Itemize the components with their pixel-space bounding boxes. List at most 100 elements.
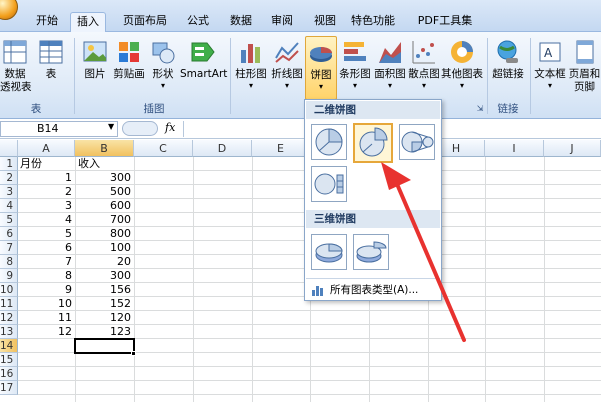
column-header[interactable]: J [544, 140, 601, 157]
row-header[interactable]: 13 [0, 325, 18, 339]
worksheet-grid: A B C D E F G H I J 1 2 3 4 5 6 7 8 9 10… [0, 140, 601, 402]
formula-bar-resize-handle[interactable] [122, 121, 158, 136]
area-chart-label: 面积图 [374, 68, 406, 80]
cell-month[interactable]: 1 [18, 171, 75, 185]
area-chart-button[interactable]: 面积图 ▾ [373, 36, 407, 98]
row-header[interactable]: 6 [0, 227, 18, 241]
links-group-label: 链接 [497, 103, 519, 115]
cell-month[interactable]: 11 [18, 311, 75, 325]
row-header[interactable]: 4 [0, 199, 18, 213]
cell-b1[interactable]: 收入 [78, 157, 134, 171]
column-header[interactable]: B [75, 140, 134, 157]
cell-income[interactable]: 700 [75, 213, 134, 227]
tab-data[interactable]: 数据 [224, 12, 258, 32]
cell-a1[interactable]: 月份 [20, 157, 75, 171]
tab-features[interactable]: 特色功能 [342, 12, 404, 32]
pie-of-pie-button[interactable] [399, 124, 435, 160]
row-header[interactable]: 9 [0, 269, 18, 283]
name-box-dropdown-icon[interactable]: ▼ [108, 122, 114, 131]
table-label: 表 [45, 68, 57, 80]
pivot-table-button[interactable]: 数据 透视表 [0, 36, 32, 98]
select-all-corner[interactable] [0, 140, 18, 157]
illustrations-group-label: 插图 [143, 103, 165, 115]
bar-chart-button[interactable]: 条形图 ▾ [338, 36, 372, 98]
cell-month[interactable]: 4 [18, 213, 75, 227]
line-chart-button[interactable]: 折线图 ▾ [270, 36, 304, 98]
cell-income[interactable]: 120 [75, 311, 134, 325]
row-header[interactable]: 7 [0, 241, 18, 255]
charts-dialog-launcher-icon[interactable]: ⇲ [474, 101, 486, 117]
cell-month[interactable]: 6 [18, 241, 75, 255]
tab-view[interactable]: 视图 [308, 12, 342, 32]
cell-month[interactable]: 8 [18, 269, 75, 283]
cell-income[interactable]: 300 [75, 171, 134, 185]
tab-home[interactable]: 开始 [28, 12, 66, 32]
tab-insert[interactable]: 插入 [70, 12, 106, 33]
row-header[interactable]: 12 [0, 311, 18, 325]
pie-2d-button[interactable] [311, 124, 347, 160]
smartart-button[interactable]: SmartArt [180, 36, 227, 98]
shapes-button[interactable]: 形状 ▾ [148, 36, 178, 98]
active-cell-b14[interactable] [74, 338, 135, 354]
header-footer-button[interactable]: 页眉和 页脚 [568, 36, 601, 98]
cell-income[interactable]: 156 [75, 283, 134, 297]
row-header[interactable]: 2 [0, 171, 18, 185]
scatter-chart-button[interactable]: 散点图 ▾ [407, 36, 441, 98]
tab-review[interactable]: 审阅 [264, 12, 300, 32]
name-box[interactable]: B14 [0, 121, 118, 137]
office-button[interactable] [0, 0, 18, 20]
cell-income[interactable]: 800 [75, 227, 134, 241]
row-header[interactable]: 5 [0, 213, 18, 227]
cell-income[interactable]: 300 [75, 269, 134, 283]
column-chart-button[interactable]: 柱形图 ▾ [234, 36, 268, 98]
cell-month[interactable]: 7 [18, 255, 75, 269]
cell-income[interactable]: 152 [75, 297, 134, 311]
fill-handle[interactable] [131, 351, 136, 356]
cell-month[interactable]: 9 [18, 283, 75, 297]
textbox-button[interactable]: A 文本框 ▾ [534, 36, 566, 98]
row-header[interactable]: 8 [0, 255, 18, 269]
cell-income[interactable]: 123 [75, 325, 134, 339]
pie-3d-button[interactable] [311, 234, 347, 270]
column-header[interactable]: D [193, 140, 252, 157]
exploded-pie-2d-button[interactable] [353, 123, 393, 163]
cell-income[interactable]: 600 [75, 199, 134, 213]
row-header[interactable]: 15 [0, 353, 18, 367]
tab-formulas[interactable]: 公式 [180, 12, 216, 32]
column-header[interactable]: C [134, 140, 193, 157]
row-header[interactable]: 3 [0, 185, 18, 199]
row-header[interactable]: 1 [0, 157, 18, 171]
cell-month[interactable]: 3 [18, 199, 75, 213]
column-header[interactable]: A [18, 140, 75, 157]
insert-function-button[interactable]: fx [165, 121, 175, 134]
bar-of-pie-button[interactable] [311, 166, 347, 202]
cell-month[interactable]: 12 [18, 325, 75, 339]
cell-month[interactable]: 5 [18, 227, 75, 241]
shapes-icon [149, 38, 177, 66]
picture-button[interactable]: 图片 [80, 36, 110, 98]
header-footer-label: 页眉和 页脚 [568, 68, 601, 93]
tab-page-layout[interactable]: 页面布局 [118, 12, 172, 32]
cell-income[interactable]: 20 [75, 255, 134, 269]
cell-income[interactable]: 500 [75, 185, 134, 199]
row-header[interactable]: 17 [0, 381, 18, 395]
bar-chart-label: 条形图 [339, 68, 371, 80]
row-header[interactable]: 14 [0, 339, 18, 353]
table-button[interactable]: 表 [36, 36, 66, 98]
cell-income[interactable]: 100 [75, 241, 134, 255]
row-header[interactable]: 11 [0, 297, 18, 311]
other-charts-button[interactable]: 其他图表 ▾ [441, 36, 483, 98]
pie-chart-button[interactable]: 饼图 ▾ [305, 36, 337, 100]
clipart-button[interactable]: 剪贴画 [112, 36, 146, 98]
cell-month[interactable]: 2 [18, 185, 75, 199]
tab-pdf-tools[interactable]: PDF工具集 [410, 12, 480, 32]
column-chart-label: 柱形图 [235, 68, 267, 80]
cell-month[interactable]: 10 [18, 297, 75, 311]
row-header[interactable]: 16 [0, 367, 18, 381]
pie-of-pie-icon [401, 131, 434, 153]
column-header[interactable]: I [485, 140, 544, 157]
ribbon-tab-bar: 开始 插入 页面布局 公式 数据 审阅 视图 特色功能 PDF工具集 [0, 0, 601, 33]
hyperlink-button[interactable]: 超链接 [490, 36, 526, 98]
row-header[interactable]: 10 [0, 283, 18, 297]
column-header[interactable]: E [252, 140, 310, 157]
